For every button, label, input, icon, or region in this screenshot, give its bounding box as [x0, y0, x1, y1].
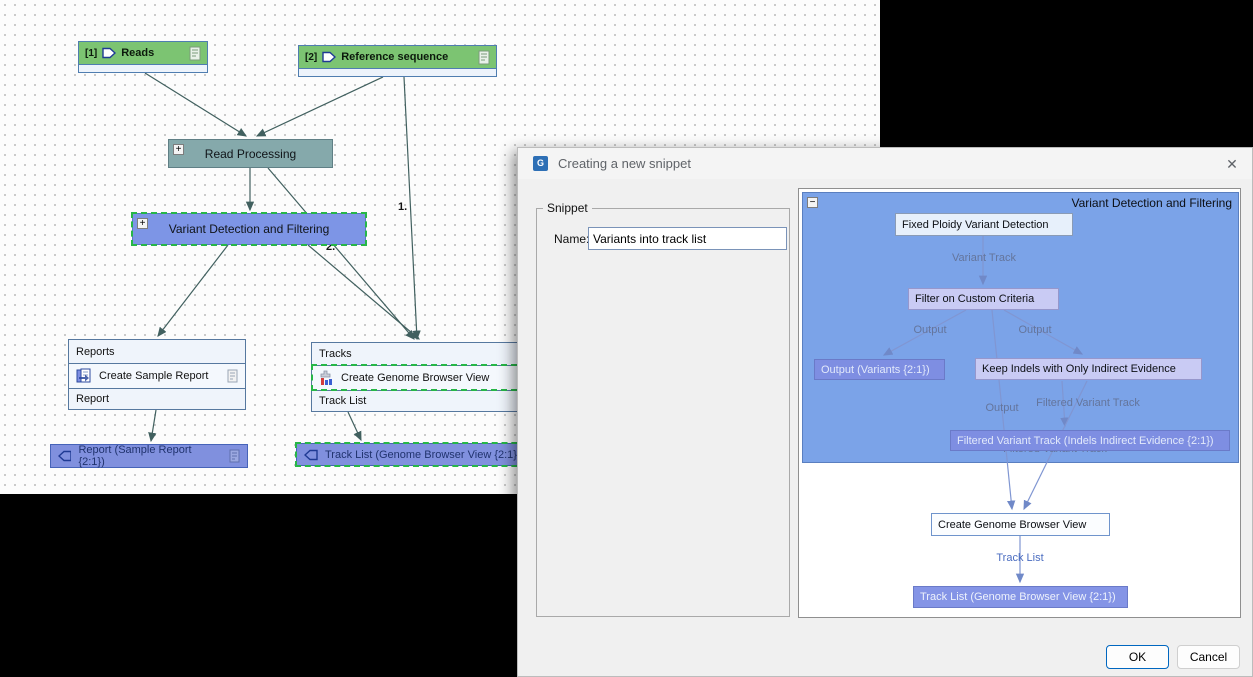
edge-tracklist-to-tracklistoutput	[348, 412, 361, 440]
node-read-processing-label: Read Processing	[205, 147, 296, 161]
node-reference-main: [2] Reference sequence	[299, 46, 496, 69]
document-icon	[478, 50, 490, 65]
app-icon: G	[533, 156, 548, 171]
preview-node-output-variants[interactable]: Output (Variants {2:1})	[814, 359, 945, 380]
edge-reads-to-readprocessing	[145, 73, 246, 136]
preview-node-create-genome-browser-view[interactable]: Create Genome Browser View	[931, 513, 1110, 536]
snippet-dialog: G Creating a new snippet ✕ Snippet Name:…	[517, 147, 1253, 677]
ok-button[interactable]: OK	[1106, 645, 1169, 669]
create-sample-report-icon	[76, 368, 93, 384]
close-icon[interactable]: ✕	[1222, 154, 1242, 174]
preview-node-filter-custom-criteria[interactable]: Filter on Custom Criteria	[908, 288, 1059, 310]
node-reads-output-strip	[79, 65, 207, 72]
dialog-titlebar[interactable]: G Creating a new snippet ✕	[518, 148, 1252, 179]
node-report-output[interactable]: Report (Sample Report {2:1})	[50, 444, 248, 468]
create-sample-report-label: Create Sample Report	[99, 370, 208, 382]
node-variant-detection-label: Variant Detection and Filtering	[169, 222, 330, 236]
edge-label-output-left: Output	[913, 324, 946, 336]
expand-icon[interactable]: +	[137, 218, 148, 229]
edge-label-output-right: Output	[1018, 324, 1051, 336]
snippet-name-input[interactable]	[588, 227, 787, 250]
edge-order-label-1: 1.	[398, 201, 407, 213]
input-arrow-icon	[102, 47, 116, 59]
node-reference-sequence[interactable]: [2] Reference sequence	[298, 45, 497, 77]
node-variant-detection-filtering[interactable]: + Variant Detection and Filtering	[132, 213, 366, 245]
document-icon	[229, 449, 240, 463]
node-reads-label: Reads	[121, 47, 154, 59]
node-reads-index: [1]	[85, 48, 97, 59]
preview-node-track-list-output[interactable]: Track List (Genome Browser View {2:1})	[913, 586, 1128, 608]
preview-node-keep-indels[interactable]: Keep Indels with Only Indirect Evidence	[975, 358, 1202, 380]
tracks-header-label: Tracks	[319, 348, 352, 360]
name-label: Name:	[554, 232, 589, 246]
node-reference-output-strip	[299, 69, 496, 76]
edge-readprocessing-to-tracks	[268, 168, 414, 339]
node-report-output-label: Report (Sample Report {2:1})	[78, 444, 215, 468]
output-arrow-icon	[304, 449, 318, 461]
screen: 1. 2. [1] Reads [2] Reference sequence	[0, 0, 1253, 677]
node-tracklist-output[interactable]: Track List (Genome Browser View {2:1})	[296, 443, 536, 466]
preview-node-filtered-variant-track[interactable]: Filtered Variant Track (Indels Indirect …	[950, 430, 1230, 451]
dialog-title: Creating a new snippet	[558, 156, 691, 171]
create-genome-browser-view-label: Create Genome Browser View	[341, 372, 489, 384]
expand-icon[interactable]: +	[173, 144, 184, 155]
node-reports-group[interactable]: Reports Create Sample Report Report	[68, 339, 246, 410]
cancel-button[interactable]: Cancel	[1177, 645, 1240, 669]
snippet-groupbox: Snippet Name:	[536, 201, 790, 617]
node-reference-label: Reference sequence	[341, 51, 448, 63]
document-icon	[189, 46, 201, 61]
report-output-row: Report	[69, 388, 245, 409]
output-arrow-icon	[58, 450, 71, 462]
snippet-preview-panel[interactable]: − Variant Detection and Filtering	[798, 188, 1241, 618]
edge-label-filtered-variant-track: Filtered Variant Track	[1036, 397, 1140, 409]
document-icon	[227, 369, 238, 383]
create-genome-browser-view-icon	[319, 370, 335, 386]
edge-label-track-list: Track List	[996, 552, 1043, 564]
report-output-label: Report	[76, 393, 109, 405]
node-read-processing[interactable]: + Read Processing	[168, 139, 333, 168]
reports-header-label: Reports	[76, 346, 115, 358]
reports-header-row: Reports	[69, 340, 245, 363]
edge-label-output-low: Output	[985, 402, 1018, 414]
edge-label-variant-track: Variant Track	[952, 252, 1016, 264]
edge-variantdetection-to-tracks	[308, 245, 419, 339]
input-arrow-icon	[322, 51, 336, 63]
preview-node-fixed-ploidy[interactable]: Fixed Ploidy Variant Detection	[895, 213, 1073, 236]
node-reads-main: [1] Reads	[79, 42, 207, 65]
edge-variantdetection-to-reports	[158, 245, 228, 336]
node-reference-index: [2]	[305, 52, 317, 63]
node-reads[interactable]: [1] Reads	[78, 41, 208, 73]
edge-report-to-reportoutput	[151, 410, 156, 441]
node-tracklist-output-label: Track List (Genome Browser View {2:1})	[325, 449, 521, 461]
snippet-group-label: Snippet	[543, 201, 592, 215]
track-list-output-label: Track List	[319, 395, 366, 407]
edge-reference-to-readprocessing	[257, 77, 383, 136]
create-sample-report-row[interactable]: Create Sample Report	[69, 363, 245, 388]
